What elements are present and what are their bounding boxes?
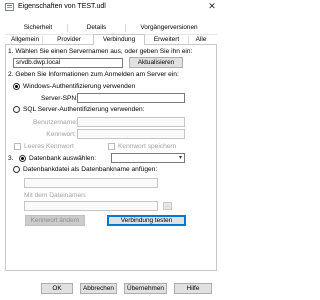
filename-input [24, 201, 158, 211]
save-password-label: Kennwort speichern [118, 143, 177, 150]
password-label: Kennwort: [46, 131, 76, 138]
attach-file-label[interactable]: Datenbankdatei als Datenbankname anfügen… [23, 165, 157, 174]
sql-auth-radio[interactable] [13, 106, 20, 113]
tab-erweitert[interactable]: Erweitert [146, 35, 187, 44]
password-input [77, 129, 185, 139]
ok-button[interactable]: OK [41, 283, 73, 294]
empty-password-label: Leeres Kennwort [24, 143, 74, 150]
tab-vorgaengerversionen[interactable]: Vorgängerversionen [126, 23, 212, 32]
windows-auth-radio[interactable] [13, 83, 20, 90]
title-bar: Eigenschaften von TEST.udl ✕ [0, 0, 222, 14]
window-title: Eigenschaften von TEST.udl [18, 3, 106, 10]
tab-allgemein[interactable]: Allgemein [8, 35, 42, 44]
chevron-down-icon: ▾ [178, 155, 182, 161]
tab-provider[interactable]: Provider [44, 35, 94, 44]
document-icon [5, 3, 14, 11]
username-label: Benutzername: [33, 119, 78, 126]
select-database-label[interactable]: Datenbank auswählen: [29, 154, 96, 163]
step3-number: 3. [8, 155, 14, 162]
filename-label: Mit dem Dateinamen: [24, 192, 87, 199]
select-database-radio[interactable] [19, 155, 26, 162]
spn-input[interactable] [77, 93, 185, 103]
save-password-checkbox [108, 143, 115, 150]
windows-auth-label[interactable]: Windows-Authentifizierung verwenden [23, 82, 135, 91]
tab-verbindung[interactable]: Verbindung [93, 34, 145, 45]
help-button[interactable]: Hilfe [174, 283, 212, 294]
tab-details[interactable]: Details [68, 23, 125, 32]
spn-label: Server-SPN: [41, 95, 79, 102]
username-input [77, 117, 185, 127]
server-name-input[interactable]: srvdb.dwp.local [13, 58, 123, 68]
tab-sicherheit[interactable]: Sicherheit [9, 23, 67, 32]
tab-separator [42, 36, 43, 44]
step2-label: 2. Geben Sie Informationen zum Anmelden … [8, 71, 179, 78]
browse-button: ... [163, 202, 172, 210]
change-password-button: Kennwort ändern [25, 215, 85, 226]
close-icon[interactable]: ✕ [206, 1, 218, 12]
cancel-button[interactable]: Abbrechen [80, 283, 117, 294]
tab-alle[interactable]: Alle [189, 35, 213, 44]
step1-label: 1. Wählen Sie einen Servernamen aus, ode… [8, 48, 193, 55]
database-dropdown[interactable]: ▾ [111, 153, 185, 163]
attach-file-radio[interactable] [13, 166, 20, 173]
attach-file-input [24, 178, 158, 188]
empty-password-checkbox [14, 143, 21, 150]
apply-button[interactable]: Übernehmen [124, 283, 167, 294]
sql-auth-label[interactable]: SQL Server-Authentifizierung verwenden: [23, 105, 144, 114]
test-connection-button[interactable]: Verbindung testen [107, 215, 186, 226]
refresh-button[interactable]: Aktualisieren [129, 57, 183, 68]
